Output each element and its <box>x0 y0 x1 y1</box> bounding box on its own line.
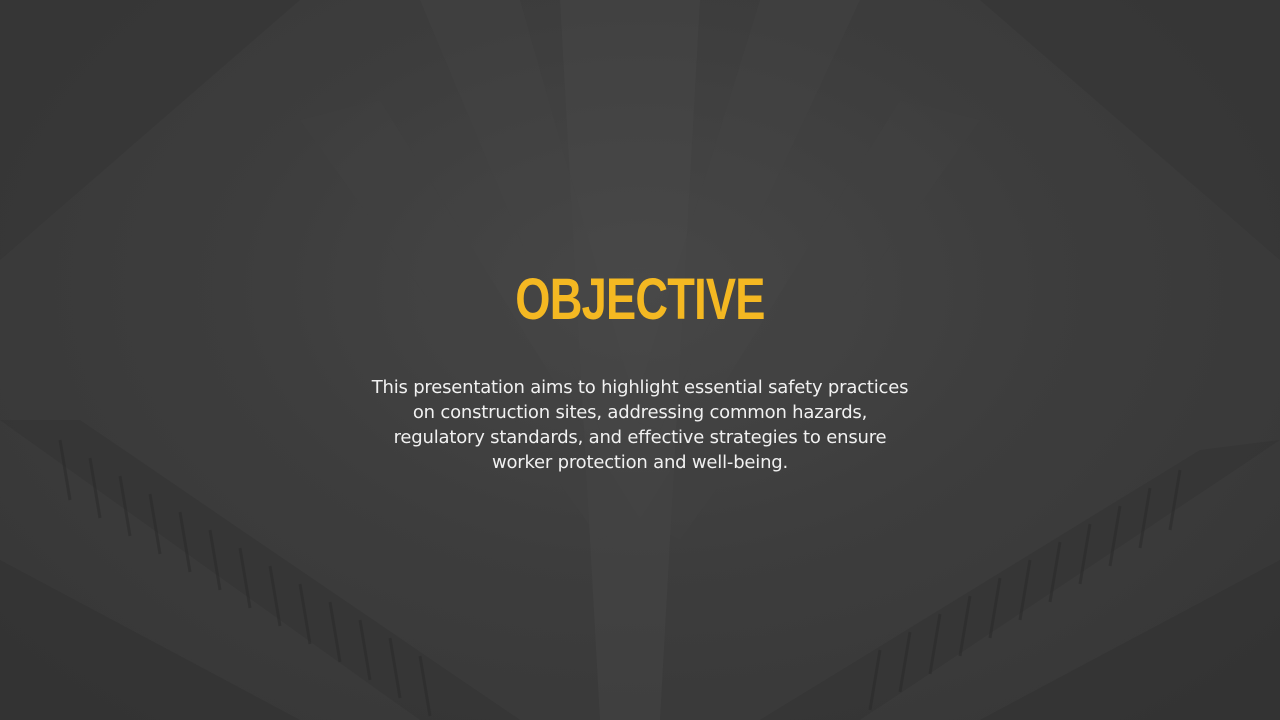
slide-body-text: This presentation aims to highlight esse… <box>371 377 909 473</box>
slide-title: OBJECTIVE <box>515 267 765 332</box>
slide-content: OBJECTIVE This presentation aims to high… <box>0 0 1280 720</box>
slide: OBJECTIVE This presentation aims to high… <box>0 0 1280 720</box>
